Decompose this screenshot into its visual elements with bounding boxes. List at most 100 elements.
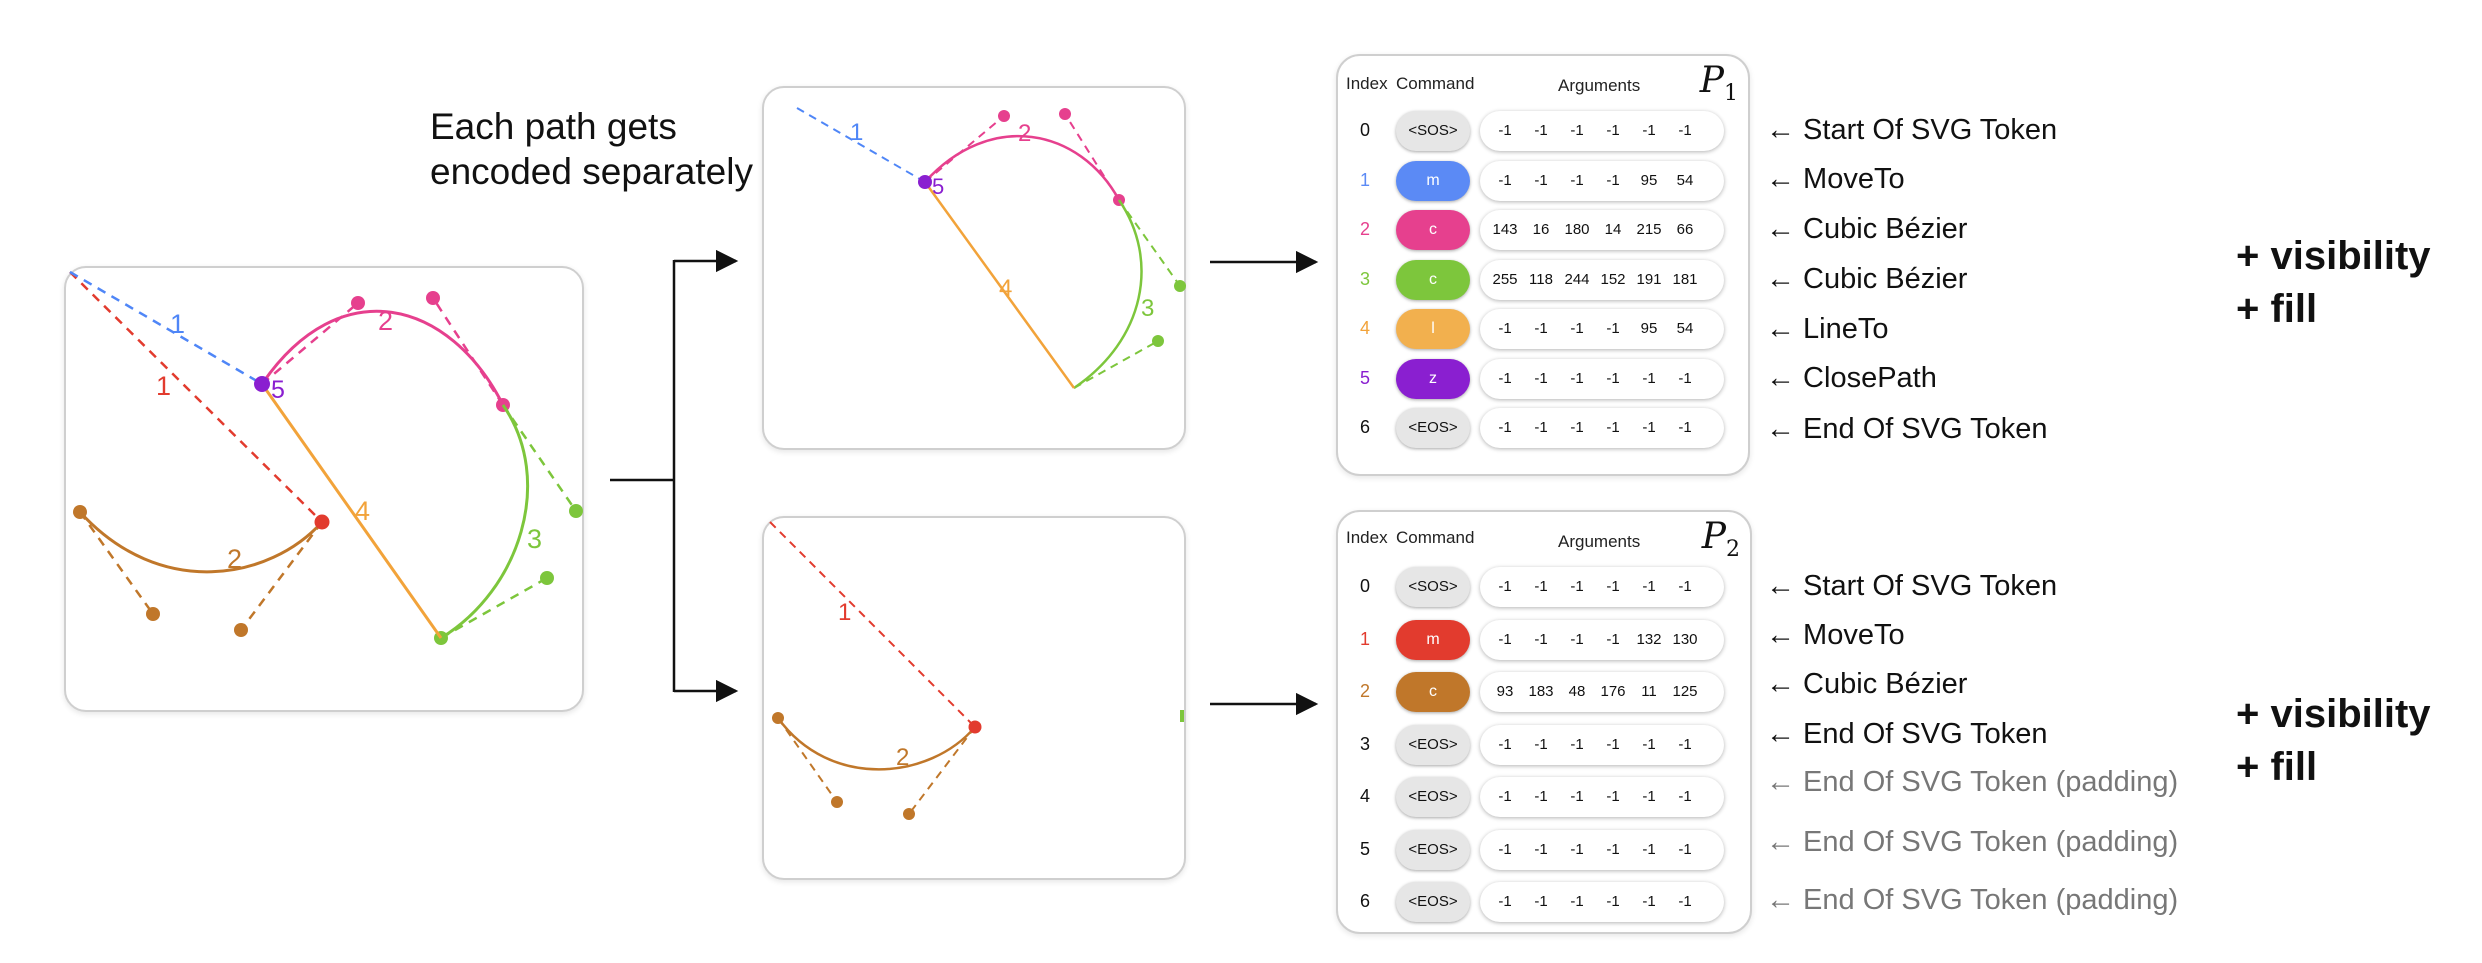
row-description: ← End Of SVG Token (padding) — [1766, 766, 2179, 798]
argument-value: -1 — [1534, 578, 1548, 595]
argument-value: 95 — [1640, 320, 1658, 337]
argument-value: -1 — [1678, 893, 1692, 910]
row-index: 0 — [1359, 120, 1370, 140]
argument-value: -1 — [1642, 419, 1656, 436]
argument-value: -1 — [1678, 369, 1692, 387]
row-description: ← Start Of SVG Token — [1766, 114, 2058, 146]
label-green-3: 3 — [527, 524, 542, 554]
argument-value: 66 — [1676, 221, 1694, 238]
command-pill: <EOS> — [1396, 777, 1470, 817]
label-blue-1: 1 — [170, 309, 185, 339]
header-index: Index — [1346, 528, 1388, 547]
table-row: 1 m -1 -1 -1 -1 95 54 — [1338, 158, 1748, 204]
argument-value: -1 — [1570, 788, 1584, 805]
label-brown-2: 2 — [227, 544, 242, 574]
table-row: 5 z -1 -1 -1 -1 -1 -1 — [1338, 356, 1748, 402]
argument-value: 130 — [1672, 630, 1698, 648]
argument-value: 48 — [1568, 683, 1586, 700]
row-index: 5 — [1359, 838, 1370, 859]
command-pill: <EOS> — [1396, 724, 1470, 765]
argument-value: -1 — [1498, 788, 1512, 805]
argument-value: 95 — [1640, 171, 1658, 189]
row-description: ← Cubic Bézier — [1766, 263, 1968, 295]
command-pill: c — [1396, 259, 1470, 300]
argument-value: 16 — [1532, 221, 1550, 238]
table-row: 0 <SOS> -1 -1 -1 -1 -1 -1 — [1338, 564, 1750, 610]
argument-value: -1 — [1678, 578, 1692, 595]
argument-value: -1 — [1678, 788, 1692, 805]
row-index: 1 — [1359, 169, 1370, 190]
command-pill: c — [1396, 210, 1470, 250]
argument-value: -1 — [1678, 735, 1692, 753]
argument-value: 54 — [1676, 320, 1694, 337]
label-purple-5: 5 — [271, 376, 285, 404]
row-index: 3 — [1359, 733, 1370, 754]
argument-value: 118 — [1529, 270, 1553, 288]
path-1-drawing: 1 2 5 4 3 — [796, 107, 1186, 390]
command-pill: l — [1396, 309, 1470, 349]
label-pink-2: 2 — [378, 306, 393, 336]
arguments-pill: 255 118 244 152 191 181 — [1480, 259, 1724, 300]
argument-value: -1 — [1534, 369, 1548, 387]
extra-attributes-p2: + visibility + fill — [2236, 688, 2431, 794]
argument-value: -1 — [1534, 171, 1548, 189]
argument-value: -1 — [1570, 735, 1584, 753]
argument-value: -1 — [1570, 893, 1584, 910]
row-index: 5 — [1359, 367, 1370, 388]
row-description: ← End Of SVG Token (padding) — [1766, 884, 2179, 916]
row-index: 0 — [1359, 576, 1370, 596]
argument-value: 143 — [1492, 221, 1518, 238]
argument-value: 244 — [1564, 270, 1590, 288]
arguments-pill: -1 -1 -1 -1 -1 -1 — [1480, 567, 1724, 607]
p1-label-2: 2 — [1018, 120, 1031, 147]
path1-lineto — [260, 383, 443, 639]
argument-value: -1 — [1606, 171, 1620, 189]
argument-value: -1 — [1498, 122, 1512, 139]
p2-label-1: 1 — [838, 599, 851, 626]
row-index: 6 — [1359, 417, 1370, 437]
arguments-pill: -1 -1 -1 -1 95 54 — [1480, 160, 1724, 201]
argument-value: -1 — [1498, 893, 1512, 910]
argument-value: -1 — [1570, 630, 1584, 648]
argument-value: -1 — [1606, 788, 1620, 805]
argument-value: 54 — [1676, 171, 1694, 189]
argument-value: -1 — [1678, 840, 1692, 858]
argument-value: -1 — [1498, 171, 1512, 189]
header-command: Command — [1396, 74, 1475, 93]
table-row: 0 <SOS> -1 -1 -1 -1 -1 -1 — [1338, 108, 1748, 154]
argument-value: -1 — [1642, 840, 1656, 858]
arguments-pill: -1 -1 -1 -1 -1 -1 — [1480, 408, 1724, 448]
argument-value: -1 — [1534, 788, 1548, 805]
argument-value: -1 — [1534, 320, 1548, 337]
row-description: ← LineTo — [1766, 313, 1889, 345]
path1-cubic-2 — [440, 404, 530, 640]
argument-value: -1 — [1498, 735, 1512, 753]
table-row: 4 l -1 -1 -1 -1 95 54 — [1338, 306, 1748, 352]
argument-value: -1 — [1534, 735, 1548, 753]
argument-value: -1 — [1534, 893, 1548, 910]
argument-value: -1 — [1606, 840, 1620, 858]
arguments-pill: -1 -1 -1 -1 -1 -1 — [1480, 882, 1724, 922]
argument-value: -1 — [1606, 320, 1620, 337]
table-row: 3 <EOS> -1 -1 -1 -1 -1 -1 — [1338, 722, 1750, 768]
command-pill: <SOS> — [1396, 567, 1470, 607]
row-index: 4 — [1359, 318, 1370, 338]
command-pill: c — [1396, 672, 1470, 712]
argument-value: -1 — [1570, 171, 1584, 189]
header-command: Command — [1396, 528, 1475, 547]
row-index: 6 — [1359, 891, 1370, 911]
p1-label-4: 4 — [999, 275, 1012, 302]
argument-value: -1 — [1498, 369, 1512, 387]
row-description: ← ClosePath — [1766, 362, 1937, 394]
argument-value: -1 — [1498, 419, 1512, 436]
argument-value: -1 — [1498, 578, 1512, 595]
argument-value: -1 — [1642, 893, 1656, 910]
argument-value: 176 — [1600, 683, 1626, 700]
command-pill: z — [1396, 358, 1470, 399]
arguments-pill: -1 -1 -1 -1 -1 -1 — [1480, 111, 1724, 151]
argument-value: -1 — [1606, 369, 1620, 387]
row-description: ← Cubic Bézier — [1766, 668, 1968, 700]
command-pill: <EOS> — [1396, 882, 1470, 922]
argument-value: 255 — [1492, 270, 1518, 288]
command-table-p1: P1 Index Command Arguments 0 <SOS> -1 -1 -1-… — [1336, 54, 1750, 476]
